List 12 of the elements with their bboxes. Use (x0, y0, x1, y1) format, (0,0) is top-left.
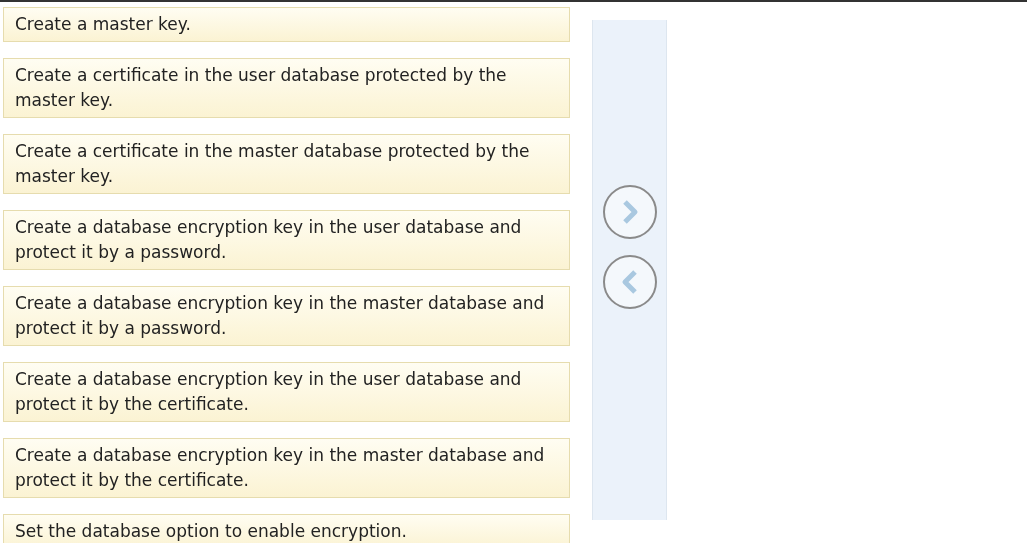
move-left-button[interactable] (602, 255, 657, 309)
move-right-button[interactable] (602, 185, 657, 239)
answer-option[interactable]: Set the database option to enable encryption. (3, 514, 570, 543)
answer-option[interactable]: Create a database encryption key in the user database and protect it by the certificate. (3, 362, 570, 422)
answer-option[interactable]: Create a certificate in the user database protected by the master key. (3, 58, 570, 118)
answer-option[interactable]: Create a database encryption key in the user database and protect it by a password. (3, 210, 570, 270)
answer-option[interactable]: Create a master key. (3, 7, 570, 42)
answer-option[interactable]: Create a database encryption key in the master database and protect it by the certificate. (3, 438, 570, 498)
chevron-left-icon (620, 270, 639, 294)
answer-option[interactable]: Create a certificate in the master database protected by the master key. (3, 134, 570, 194)
answer-option[interactable]: Create a database encryption key in the master database and protect it by a password. (3, 286, 570, 346)
chevron-right-icon (620, 200, 639, 224)
